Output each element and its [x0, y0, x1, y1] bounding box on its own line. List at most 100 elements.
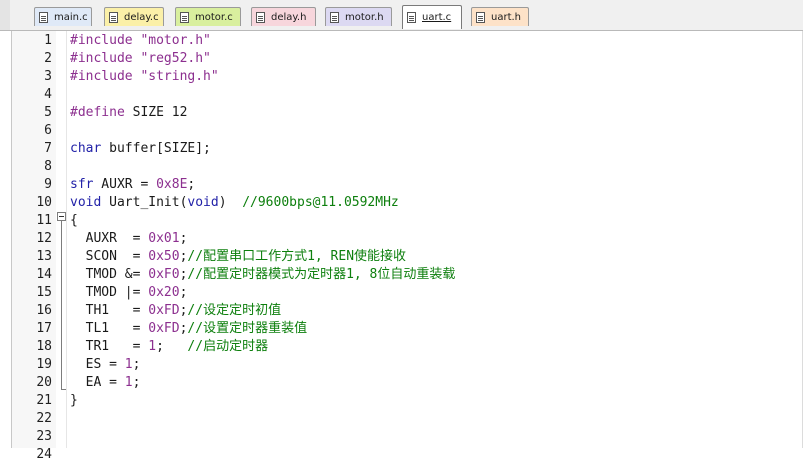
code-token: ; — [179, 285, 188, 300]
code-token: SCON = — [70, 249, 149, 264]
code-token: TMOD |= — [70, 285, 149, 300]
code-text[interactable]: AUXR = 0x01; — [70, 230, 188, 248]
line-number: 5 — [44, 105, 52, 120]
code-token: ; — [132, 375, 141, 390]
code-token: TH1 = — [70, 303, 149, 318]
code-line[interactable]: 18 TR1 = 1; //启动定时器 — [0, 338, 803, 356]
code-token: 0x01 — [148, 231, 180, 246]
code-text[interactable]: #include "reg52.h" — [70, 50, 211, 68]
code-line[interactable]: 2 #include "reg52.h" — [0, 50, 803, 68]
line-number: 23 — [36, 429, 52, 444]
code-token: 0x8E — [156, 177, 188, 192]
code-token: //配置定时器模式为定时器1, 8位自动重装载 — [187, 267, 456, 282]
code-line[interactable]: 14 TMOD &= 0xF0;//配置定时器模式为定时器1, 8位自动重装载 — [0, 266, 803, 284]
line-number: 22 — [36, 411, 52, 426]
code-token: ; — [132, 357, 141, 372]
code-line[interactable]: 3 #include "string.h" — [0, 68, 803, 86]
code-text[interactable]: ES = 1; — [70, 356, 141, 374]
code-text[interactable]: char buffer[SIZE]; — [70, 140, 211, 158]
tab-uart-c[interactable]: uart.c — [402, 5, 462, 29]
tab-label: delay.c — [124, 11, 159, 23]
code-text[interactable]: #define SIZE 12 — [70, 104, 187, 122]
tab-main-c[interactable]: main.c — [34, 7, 92, 26]
code-token: 0x20 — [148, 285, 180, 300]
line-number: 20 — [36, 375, 52, 390]
code-token: #include "motor.h" — [70, 33, 211, 48]
code-token: sfr — [70, 177, 94, 192]
code-text[interactable]: { — [70, 212, 78, 230]
code-text[interactable]: EA = 1; — [70, 374, 141, 392]
tab-bar-left-frame — [0, 0, 10, 30]
code-line[interactable]: 10 void Uart_Init(void) //9600bps@11.0592… — [0, 194, 803, 212]
code-token: //启动定时器 — [187, 339, 269, 354]
line-number: 1 — [44, 33, 52, 48]
code-line[interactable]: 21} — [0, 392, 803, 410]
code-line[interactable]: 24 — [0, 446, 803, 464]
file-h-icon — [256, 11, 265, 23]
code-token: buffer[SIZE]; — [101, 141, 211, 156]
code-line[interactable]: 13 SCON = 0x50;//配置串口工作方式1, REN使能接收 — [0, 248, 803, 266]
tab-label: uart.h — [491, 11, 522, 23]
code-token: #include "reg52.h" — [70, 51, 211, 66]
code-token: 1 — [148, 339, 157, 354]
tab-motor-h[interactable]: motor.h — [325, 7, 392, 26]
code-token: ES = — [70, 357, 125, 372]
code-line[interactable]: 12 AUXR = 0x01; — [0, 230, 803, 248]
line-number: 6 — [44, 123, 52, 138]
code-text[interactable]: sfr AUXR = 0x8E; — [70, 176, 195, 194]
tab-delay-c[interactable]: delay.c — [104, 7, 164, 26]
code-line[interactable]: 9 sfr AUXR = 0x8E; — [0, 176, 803, 194]
code-text[interactable]: TR1 = 1; //启动定时器 — [70, 338, 268, 356]
line-number: 21 — [36, 393, 52, 408]
code-token: { — [70, 213, 78, 228]
code-line[interactable]: 22 — [0, 410, 803, 428]
code-line[interactable]: 17 TL1 = 0xFD;//设置定时器重装值 — [0, 320, 803, 338]
tab-motor-c[interactable]: motor.c — [175, 7, 241, 26]
code-line[interactable]: 6 — [0, 122, 803, 140]
code-text[interactable]: } — [70, 392, 78, 410]
code-token: ; — [156, 339, 188, 354]
code-token: TR1 = — [70, 339, 149, 354]
tab-label: motor.h — [345, 11, 384, 23]
code-line[interactable]: 8 — [0, 158, 803, 176]
code-line[interactable]: 23 — [0, 428, 803, 446]
tab-delay-h[interactable]: delay.h — [251, 7, 316, 26]
line-number: 10 — [36, 195, 52, 210]
file-c-icon — [407, 12, 416, 23]
code-line[interactable]: 11 { — [0, 212, 803, 230]
line-number: 9 — [44, 177, 52, 192]
file-tab-bar: main.c delay.c motor.c delay.h motor.h u… — [0, 0, 803, 31]
code-token: AUXR = — [93, 177, 157, 192]
line-number: 8 — [44, 159, 52, 174]
code-token: TL1 = — [70, 321, 149, 336]
code-line[interactable]: 16 TH1 = 0xFD;//设定定时初值 — [0, 302, 803, 320]
code-token: TMOD &= — [70, 267, 149, 282]
code-line[interactable]: 4 — [0, 86, 803, 104]
code-token: Uart_Init( — [101, 195, 188, 210]
code-token: SIZE 12 — [124, 105, 188, 120]
code-line[interactable]: 20 EA = 1; — [0, 374, 803, 392]
code-text[interactable]: #include "motor.h" — [70, 32, 211, 50]
code-line[interactable]: 1 #include "motor.h" — [0, 32, 803, 50]
line-number: 14 — [36, 267, 52, 282]
code-line[interactable]: 7 char buffer[SIZE]; — [0, 140, 803, 158]
code-line[interactable]: 5 #define SIZE 12 — [0, 104, 803, 122]
tab-uart-h[interactable]: uart.h — [471, 7, 529, 26]
code-token: 0x50 — [148, 249, 180, 264]
code-text[interactable]: #include "string.h" — [70, 68, 219, 86]
code-token: ; — [179, 231, 188, 246]
code-token: } — [70, 393, 78, 408]
code-editor[interactable]: 1 #include "motor.h" 2 #include "reg52.h" 3 #… — [0, 31, 803, 462]
code-text[interactable]: TL1 = 0xFD;//设置定时器重装值 — [70, 320, 307, 338]
code-text[interactable]: TH1 = 0xFD;//设定定时初值 — [70, 302, 281, 320]
code-text[interactable]: SCON = 0x50;//配置串口工作方式1, REN使能接收 — [70, 248, 406, 266]
code-text[interactable]: TMOD &= 0xF0;//配置定时器模式为定时器1, 8位自动重装载 — [70, 266, 456, 284]
code-line[interactable]: 15 TMOD |= 0x20; — [0, 284, 803, 302]
code-text[interactable]: TMOD |= 0x20; — [70, 284, 188, 302]
code-token: //设置定时器重装值 — [187, 321, 308, 336]
code-token: 0xFD — [148, 321, 180, 336]
code-token: //配置串口工作方式1, REN使能接收 — [187, 249, 407, 264]
line-number: 15 — [36, 285, 52, 300]
code-line[interactable]: 19 ES = 1; — [0, 356, 803, 374]
code-text[interactable]: void Uart_Init(void) //9600bps@11.0592MH… — [70, 194, 399, 212]
